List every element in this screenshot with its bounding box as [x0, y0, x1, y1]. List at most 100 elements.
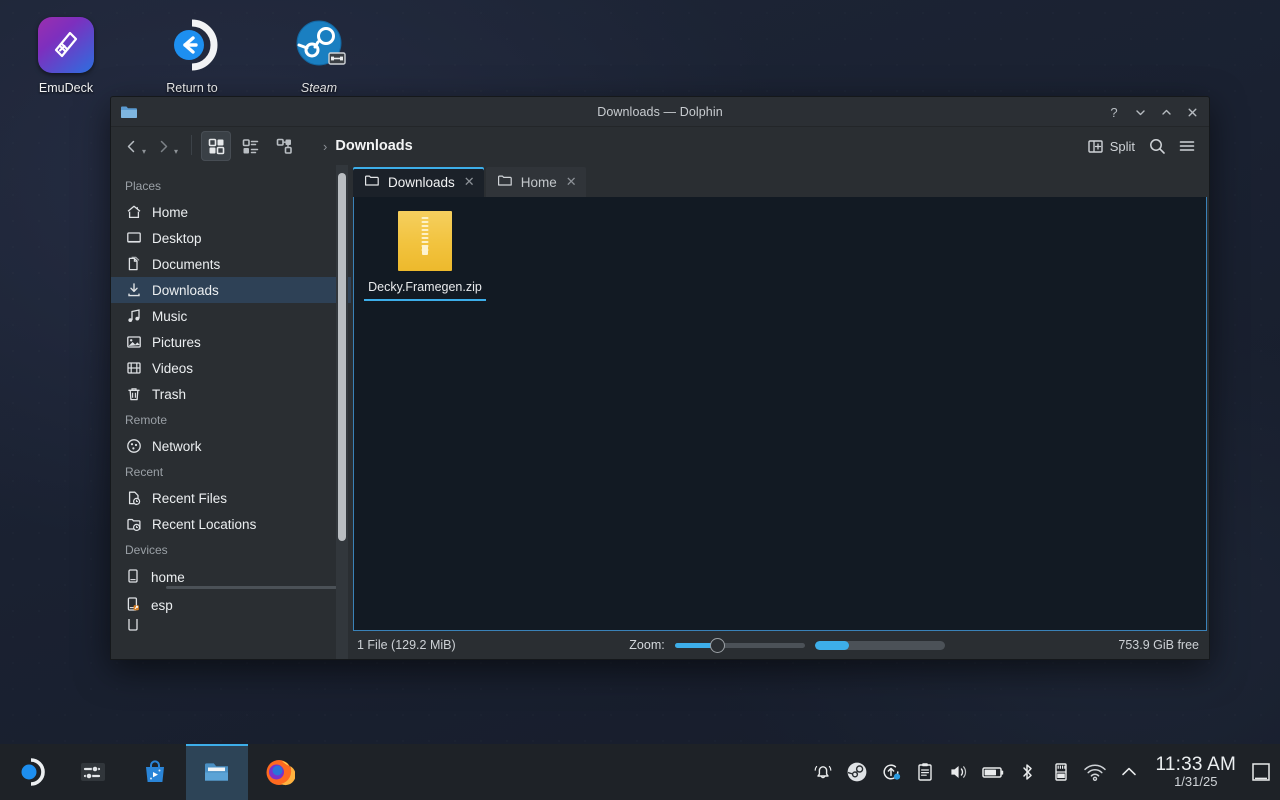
- tab-home[interactable]: Home ✕: [486, 167, 586, 197]
- bluetooth-icon[interactable]: [1010, 744, 1044, 800]
- trash-icon: [125, 386, 142, 403]
- application-launcher-icon[interactable]: [0, 744, 62, 800]
- zoom-label: Zoom:: [629, 638, 664, 652]
- device-list: home esp: [111, 563, 351, 631]
- folder-icon: [497, 173, 512, 191]
- volume-icon[interactable]: [942, 744, 976, 800]
- system-tray: 11:33 AM 1/31/25: [806, 744, 1280, 800]
- tab-close-button[interactable]: ✕: [566, 174, 577, 190]
- downloads-icon: [125, 282, 142, 299]
- maximize-button[interactable]: [1153, 99, 1179, 125]
- sidebar-item-pictures[interactable]: Pictures: [111, 329, 351, 355]
- window-titlebar[interactable]: Downloads — Dolphin ?: [111, 97, 1209, 127]
- sidebar-item-desktop[interactable]: Desktop: [111, 225, 351, 251]
- desktop-icon-steam[interactable]: Steam: [257, 14, 381, 95]
- desktop-icon-return-to-gaming-mode[interactable]: Return to: [130, 14, 254, 95]
- sidebar-item-recent-locations[interactable]: Recent Locations: [111, 511, 351, 537]
- drive-mounted-icon: [125, 596, 141, 615]
- folder-icon: [119, 102, 139, 127]
- clipboard-icon[interactable]: [908, 744, 942, 800]
- sidebar-item-trash[interactable]: Trash: [111, 381, 351, 407]
- show-hidden-icons-icon[interactable]: [1112, 744, 1146, 800]
- tab-close-button[interactable]: ✕: [464, 174, 475, 190]
- steam-icon: [257, 14, 381, 76]
- file-item[interactable]: Decky.Framegen.zip: [364, 211, 486, 301]
- system-settings-icon[interactable]: [62, 744, 124, 800]
- pictures-icon: [125, 334, 142, 351]
- content-pane: Downloads ✕ Home ✕ Decky.Framegen.zip: [351, 165, 1209, 659]
- desktop-icon-emudeck[interactable]: EmuDeck: [4, 14, 128, 95]
- sidebar-item-home-device[interactable]: home: [125, 563, 351, 591]
- sidebar-item-label: Pictures: [152, 334, 201, 351]
- split-button[interactable]: Split: [1081, 132, 1141, 160]
- usb-device-icon[interactable]: [1044, 744, 1078, 800]
- view-mode-group: [191, 131, 299, 161]
- sidebar-item-home[interactable]: Home: [111, 199, 351, 225]
- tab-downloads[interactable]: Downloads ✕: [353, 167, 484, 197]
- return-to-gaming-mode-icon: [130, 14, 254, 76]
- battery-icon[interactable]: [976, 744, 1010, 800]
- compact-view-button[interactable]: [235, 131, 265, 161]
- sidebar-section-recent: Recent: [111, 459, 351, 485]
- network-icon: [125, 438, 142, 455]
- forward-button[interactable]: ▾: [151, 132, 181, 160]
- clock[interactable]: 11:33 AM 1/31/25: [1146, 754, 1246, 790]
- taskbar: 11:33 AM 1/31/25: [0, 744, 1280, 800]
- zip-archive-icon: [398, 211, 452, 271]
- search-icon[interactable]: [1143, 132, 1171, 160]
- chevron-down-icon: ▾: [142, 147, 146, 156]
- sidebar-item-recent-files[interactable]: Recent Files: [111, 485, 351, 511]
- emudeck-icon: [4, 14, 128, 76]
- window-body: Places Home Desktop Documents Downloads …: [111, 165, 1209, 659]
- sidebar-item-label: Home: [152, 204, 188, 221]
- window-controls: ?: [1101, 97, 1205, 127]
- notifications-bell-icon[interactable]: [806, 744, 840, 800]
- firefox-icon[interactable]: [248, 744, 310, 800]
- sidebar-item-documents[interactable]: Documents: [111, 251, 351, 277]
- show-desktop-icon[interactable]: [1246, 744, 1276, 800]
- minimize-button[interactable]: [1127, 99, 1153, 125]
- places-sidebar: Places Home Desktop Documents Downloads …: [111, 165, 351, 659]
- sidebar-scrollbar-thumb[interactable]: [338, 173, 346, 541]
- file-selection-underline: [364, 299, 486, 301]
- help-button[interactable]: ?: [1101, 99, 1127, 125]
- status-bar: 1 File (129.2 MiB) Zoom: 753.9 GiB free: [351, 631, 1209, 659]
- sidebar-item-partial-device[interactable]: [125, 619, 351, 631]
- sidebar-item-downloads[interactable]: Downloads: [111, 277, 351, 303]
- dolphin-window: Downloads — Dolphin ? ▾ ▾: [110, 96, 1210, 660]
- back-button[interactable]: ▾: [119, 132, 149, 160]
- main-toolbar: ▾ ▾: [111, 127, 1209, 165]
- documents-icon: [125, 256, 142, 273]
- split-button-label: Split: [1110, 139, 1135, 154]
- zoom-slider[interactable]: [675, 638, 805, 652]
- free-space-bar: [815, 641, 945, 650]
- free-space-label: 753.9 GiB free: [1118, 638, 1203, 652]
- sidebar-item-label: Trash: [152, 386, 186, 403]
- steam-tray-icon[interactable]: [840, 744, 874, 800]
- breadcrumb-current[interactable]: Downloads: [335, 138, 412, 154]
- file-view[interactable]: Decky.Framegen.zip: [353, 197, 1207, 631]
- music-icon: [125, 308, 142, 325]
- sidebar-item-esp-device[interactable]: esp: [125, 591, 351, 619]
- discover-store-icon[interactable]: [124, 744, 186, 800]
- sidebar-item-label: Downloads: [152, 282, 219, 299]
- wifi-icon[interactable]: [1078, 744, 1112, 800]
- sidebar-section-devices: Devices: [111, 537, 351, 563]
- details-view-button[interactable]: [269, 131, 299, 161]
- breadcrumb[interactable]: › Downloads: [323, 138, 1079, 154]
- taskbar-apps: [0, 744, 310, 800]
- sidebar-item-music[interactable]: Music: [111, 303, 351, 329]
- sidebar-item-network[interactable]: Network: [111, 433, 351, 459]
- drive-icon: [125, 619, 141, 631]
- close-button[interactable]: [1179, 99, 1205, 125]
- desktop-icon: [125, 230, 142, 247]
- updates-icon[interactable]: [874, 744, 908, 800]
- dolphin-file-manager-icon[interactable]: [186, 744, 248, 800]
- sidebar-item-label: Recent Locations: [152, 516, 256, 533]
- folder-icon: [364, 173, 379, 191]
- hamburger-menu-icon[interactable]: [1173, 132, 1201, 160]
- sidebar-item-videos[interactable]: Videos: [111, 355, 351, 381]
- window-title: Downloads — Dolphin: [111, 105, 1209, 119]
- sidebar-item-label: Videos: [152, 360, 193, 377]
- icons-view-button[interactable]: [201, 131, 231, 161]
